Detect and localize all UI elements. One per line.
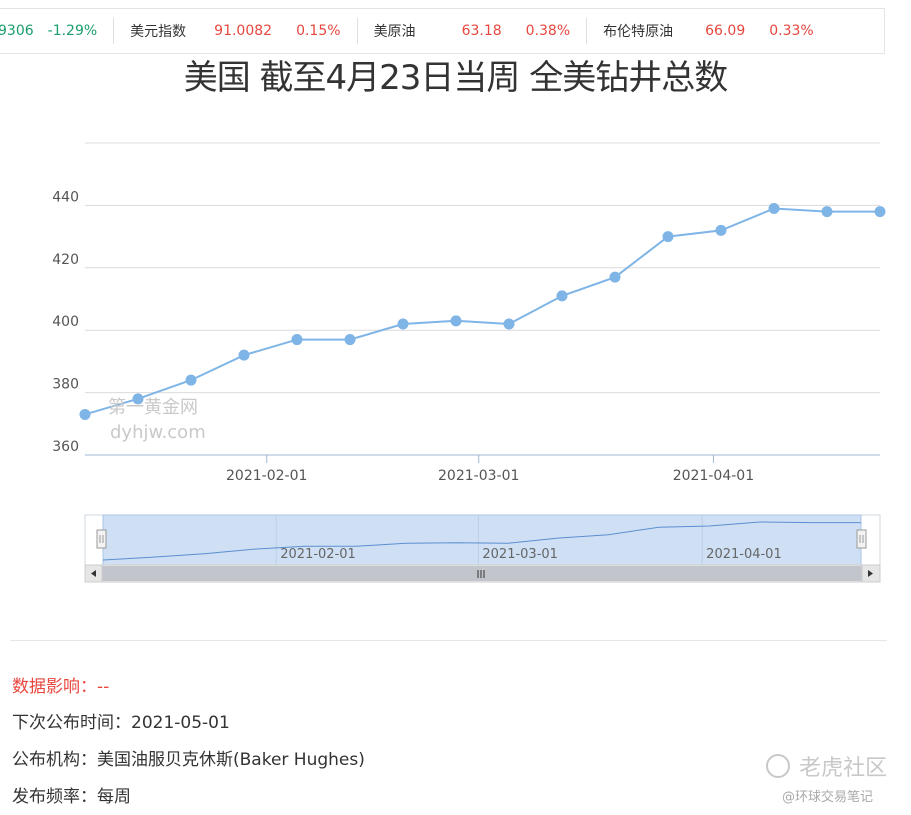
navigator-label: 2021-04-01 [706, 547, 782, 562]
data-point [450, 315, 462, 327]
watermark-site-cn: 第一黄金网 [108, 397, 198, 418]
data-point [185, 374, 197, 386]
data-point [556, 290, 568, 302]
data-point [821, 206, 833, 218]
navigator-left-handle[interactable] [96, 529, 107, 549]
data-point [503, 318, 515, 330]
data-point [238, 349, 250, 361]
data-point [397, 318, 409, 330]
scroll-right-arrow-icon[interactable] [861, 564, 881, 583]
data-point [715, 224, 727, 236]
navigator-label: 2021-03-01 [482, 547, 558, 562]
data-point [768, 203, 780, 215]
navigator-labels: 2021-02-01 2021-03-01 2021-04-01 [280, 547, 781, 562]
range-navigator[interactable]: 2021-02-01 2021-03-01 2021-04-01 [84, 514, 881, 583]
data-point [609, 271, 621, 283]
release-frequency: 发布频率：每周 [12, 787, 131, 807]
x-tick-label: 2021-03-01 [438, 468, 519, 484]
tiger-logo-icon [766, 754, 790, 778]
data-point [344, 334, 356, 346]
section-divider [10, 640, 887, 641]
publisher: 公布机构：美国油服贝克休斯(Baker Hughes) [12, 750, 365, 770]
x-tick-label: 2021-02-01 [226, 468, 307, 484]
data-points [79, 203, 886, 420]
y-tick-label: 380 [52, 377, 79, 393]
navigator-label: 2021-02-01 [280, 547, 356, 562]
next-release-time: 下次公布时间：2021-05-01 [12, 713, 230, 733]
y-tick-label: 400 [52, 314, 79, 330]
grid-lines [85, 142, 880, 456]
y-tick-label: 360 [52, 439, 79, 455]
line-chart: 360380400420440 2021-02-01 2021-03-01 2021… [52, 142, 886, 583]
scroll-left-arrow-icon[interactable] [84, 564, 103, 583]
y-axis-ticks: 360 380 400 420 440 [52, 189, 79, 455]
community-name: 老虎社区 [799, 756, 888, 781]
data-impact: 数据影响：-- [12, 677, 110, 697]
navigator-right-handle[interactable] [856, 529, 867, 549]
data-point [291, 334, 303, 346]
y-tick-label: 420 [52, 252, 79, 268]
community-watermark: 老虎社区 [766, 750, 887, 782]
data-point [79, 408, 91, 420]
data-point [874, 206, 886, 218]
series-line [84, 207, 880, 416]
author-watermark: @环球交易笔记 [782, 790, 874, 805]
navigator-scrollbar-thumb[interactable] [102, 566, 862, 581]
x-axis: 2021-02-01 2021-03-01 2021-04-01 [85, 454, 880, 484]
y-tick-label: 440 [52, 189, 79, 205]
data-point [662, 231, 674, 243]
x-tick-label: 2021-04-01 [673, 468, 754, 484]
watermark-site-url: dyhjw.com [110, 422, 206, 443]
